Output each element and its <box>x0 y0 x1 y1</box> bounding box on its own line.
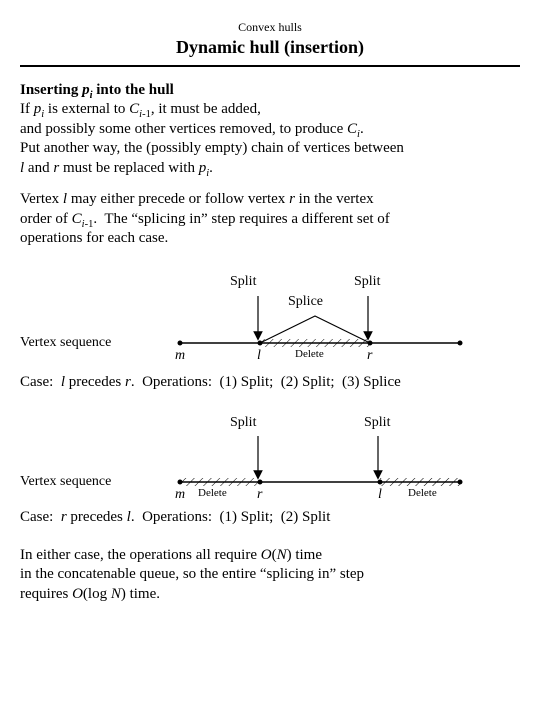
fig1-vertex-sequence-label: Vertex sequence <box>20 334 111 352</box>
fig1-m-label: m <box>175 347 185 365</box>
supertitle: Convex hulls <box>20 20 520 36</box>
fig2-split-left-label: Split <box>230 414 256 432</box>
fig1-delete-label: Delete <box>295 347 324 361</box>
section-heading: Inserting pi into the hull <box>20 81 520 101</box>
fig1-split-right-label: Split <box>354 273 380 291</box>
fig1-r-label: r <box>367 347 372 365</box>
paragraph-2: Vertex l may either precede or follow ve… <box>20 190 520 249</box>
figure-2: Split Split Vertex sequence m Delete r l… <box>20 406 520 506</box>
fig2-delete-left-label: Delete <box>198 486 227 500</box>
fig1-l-label: l <box>257 347 261 365</box>
page-title: Dynamic hull (insertion) <box>20 36 520 59</box>
title-rule <box>20 65 520 67</box>
fig2-delete-right-label: Delete <box>408 486 437 500</box>
fig1-splice-label: Splice <box>288 293 323 311</box>
fig2-vertex-sequence-label: Vertex sequence <box>20 473 111 491</box>
fig1-split-left-label: Split <box>230 273 256 291</box>
fig2-m-label: m <box>175 486 185 504</box>
fig2-split-right-label: Split <box>364 414 390 432</box>
figure-1: Split Split Splice Vertex sequence m l D… <box>20 261 520 371</box>
fig2-r-label: r <box>257 486 262 504</box>
case-1-line: Case: l precedes r. Operations: (1) Spli… <box>20 373 520 393</box>
case-2-line: Case: r precedes l. Operations: (1) Spli… <box>20 508 520 528</box>
paragraph-3: In either case, the operations all requi… <box>20 546 520 605</box>
fig2-l-label: l <box>378 486 382 504</box>
paragraph-1: If pi is external to Ci-1, it must be ad… <box>20 100 520 178</box>
figure-1-svg <box>20 261 520 371</box>
